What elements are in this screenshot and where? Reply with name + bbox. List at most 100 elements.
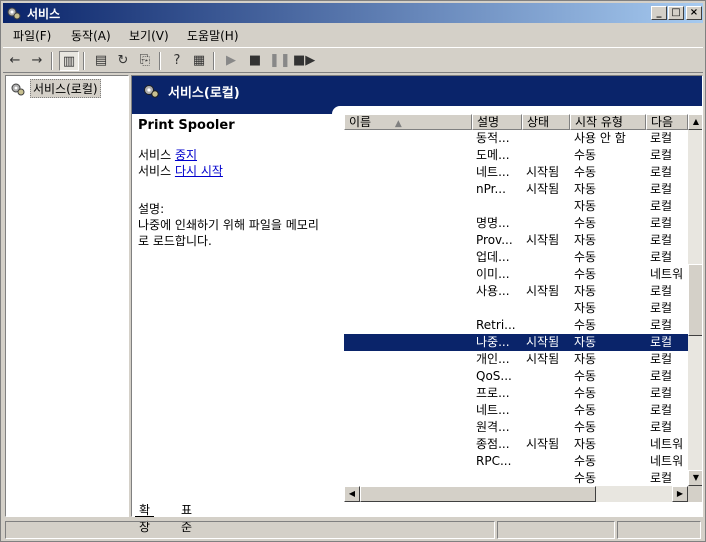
forward-arrow-icon[interactable]: → [27, 51, 47, 71]
table-row[interactable]: Network Provisi...도메...수동로컬 [344, 147, 688, 164]
title-bar[interactable]: 서비스 _ □ × [3, 3, 703, 23]
table-row[interactable]: Protected Storage개인...시작됨자동로컬 [344, 351, 688, 368]
restart-service-link[interactable]: 다시 시작 [175, 164, 223, 178]
menu-action[interactable]: 동작(A) [71, 27, 111, 44]
service-logon-cell: 로컬 [650, 301, 673, 315]
service-description-cell: 사용... [476, 284, 510, 298]
service-logon-cell: 로컬 [650, 284, 673, 298]
properties-icon[interactable]: ▤ [91, 51, 111, 71]
vertical-scrollbar[interactable]: ▲ ▼ [688, 114, 702, 486]
service-status-cell: 시작됨 [526, 284, 560, 298]
table-row[interactable]: Remote Procedu...RPC...수동네트워 [344, 453, 688, 470]
service-logon-cell: 로컬 [650, 250, 673, 264]
table-row[interactable]: Performance Lo...이미...수동네트워 [344, 266, 688, 283]
service-startup-type-cell: 수동 [574, 267, 597, 281]
table-row[interactable]: QoS RSVPQoS...수동로컬 [344, 368, 688, 385]
toolbar-separator [159, 52, 161, 70]
table-row[interactable]: Remote Procedu...종점...시작됨자동네트워 [344, 436, 688, 453]
service-startup-type-cell: 수동 [574, 386, 597, 400]
table-row[interactable]: NVIDIA Display ...Prov...시작됨자동로컬 [344, 232, 688, 249]
scroll-right-icon[interactable]: ▶ [672, 486, 688, 502]
stop-service-link[interactable]: 중지 [175, 148, 197, 162]
restart-prefix: 서비스 [138, 164, 175, 178]
stop-service-icon[interactable]: ■ [245, 51, 265, 71]
console-icon[interactable]: ▦ [189, 51, 209, 71]
table-row[interactable]: Portable Media ...Retri...수동로컬 [344, 317, 688, 334]
service-logon-cell: 로컬 [650, 369, 673, 383]
column-header-status[interactable]: 상태 [522, 114, 570, 130]
service-description-cell: 네트... [476, 165, 510, 179]
export-list-icon[interactable]: ⎘ [135, 51, 155, 71]
table-row[interactable]: Removable Stor...수동로컬 [344, 470, 688, 487]
service-status-cell: 시작됨 [526, 352, 560, 366]
close-button[interactable]: × [686, 6, 702, 20]
services-window: 서비스 _ □ × 파일(F) 동작(A) 보기(V) 도움말(H) ← → ▥… [0, 0, 706, 542]
service-description-cell: 개인... [476, 352, 510, 366]
menu-view[interactable]: 보기(V) [129, 27, 169, 44]
tree-item-services-local[interactable]: 서비스(로컬) [10, 79, 101, 98]
column-header-startup-type[interactable]: 시작 유형 [570, 114, 646, 130]
service-logon-cell: 로컬 [650, 403, 673, 417]
table-row[interactable]: npkcsvc자동로컬 [344, 198, 688, 215]
table-row[interactable]: Office Source E...업데...수동로컬 [344, 249, 688, 266]
horizontal-scroll-thumb[interactable] [360, 486, 596, 502]
status-panel-2 [497, 521, 615, 539]
service-startup-type-cell: 자동 [574, 301, 597, 315]
show-tree-icon[interactable]: ▥ [59, 51, 79, 71]
service-description-cell: 동적... [476, 131, 510, 145]
scroll-left-icon[interactable]: ◀ [344, 486, 360, 502]
restart-service-icon[interactable]: ■▶ [293, 51, 315, 71]
tab-standard[interactable]: 표준 [177, 501, 196, 534]
table-row[interactable]: Plug and Play사용...시작됨자동로컬 [344, 283, 688, 300]
minimize-button[interactable]: _ [651, 6, 667, 20]
table-row[interactable]: Print Spooler나중...시작됨자동로컬 [344, 334, 688, 351]
table-row[interactable]: npkcmsvcnPr...시작됨자동로컬 [344, 181, 688, 198]
toolbar-separator [51, 52, 53, 70]
table-row[interactable]: NT LM Security ...명명...수동로컬 [344, 215, 688, 232]
service-startup-type-cell: 수동 [574, 420, 597, 434]
table-row[interactable]: Remote Desktop...원격...수동로컬 [344, 419, 688, 436]
vertical-scroll-thumb[interactable] [688, 264, 702, 336]
pane-title: 서비스(로컬) [168, 86, 240, 101]
service-description-cell: QoS... [476, 369, 512, 383]
refresh-icon[interactable]: ↻ [113, 51, 133, 71]
start-service-icon[interactable]: ▶ [221, 51, 241, 71]
service-description-cell: 종점... [476, 437, 510, 451]
scroll-up-icon[interactable]: ▲ [688, 114, 702, 130]
details-pane: 서비스(로컬) Print Spooler 서비스 중지 서비스 다시 시작 설… [131, 75, 703, 517]
help-icon[interactable]: ? [167, 51, 187, 71]
table-row[interactable]: NLA(Network Lo...네트...시작됨수동로컬 [344, 164, 688, 181]
description-text-1: 나중에 인쇄하기 위해 파일을 메모리 [138, 218, 319, 232]
table-row[interactable]: Remote Access ...네트...수동로컬 [344, 402, 688, 419]
service-logon-cell: 로컬 [650, 420, 673, 434]
service-logon-cell: 로컬 [650, 165, 673, 179]
menu-file[interactable]: 파일(F) [13, 27, 51, 44]
column-header-description[interactable]: 설명 [472, 114, 522, 130]
service-logon-cell: 로컬 [650, 182, 673, 196]
service-description-cell: 명명... [476, 216, 510, 230]
table-row[interactable]: Pml Driver HPZ12자동로컬 [344, 300, 688, 317]
service-description-cell: nPr... [476, 182, 506, 196]
back-arrow-icon[interactable]: ← [5, 51, 25, 71]
table-row[interactable]: Remote Access ...프로...수동로컬 [344, 385, 688, 402]
service-status-cell: 시작됨 [526, 233, 560, 247]
pause-service-icon[interactable]: ❚❚ [269, 51, 291, 71]
column-label: 이름 [349, 115, 372, 129]
service-startup-type-cell: 수동 [574, 165, 597, 179]
maximize-button[interactable]: □ [668, 6, 684, 20]
horizontal-scrollbar[interactable]: ◀ ▶ [344, 486, 688, 502]
tree-item-label: 서비스(로컬) [30, 79, 101, 98]
service-startup-type-cell: 수동 [574, 250, 597, 264]
menu-bar: 파일(F) 동작(A) 보기(V) 도움말(H) [3, 25, 703, 45]
column-header-name[interactable]: 이름 ▲ [344, 114, 472, 130]
service-startup-type-cell: 자동 [574, 233, 597, 247]
service-logon-cell: 네트워 [650, 437, 684, 451]
table-row[interactable]: Network DDE DS...동적...사용 안 함로컬 [344, 130, 688, 147]
service-description-cell: 이미... [476, 267, 510, 281]
service-logon-cell: 로컬 [650, 352, 673, 366]
description-text-2: 로 로드합니다. [138, 234, 212, 248]
tab-extended[interactable]: 확장 [135, 501, 155, 534]
menu-help[interactable]: 도움말(H) [187, 27, 239, 44]
scroll-down-icon[interactable]: ▼ [688, 470, 702, 486]
column-header-logon[interactable]: 다음 [646, 114, 688, 130]
